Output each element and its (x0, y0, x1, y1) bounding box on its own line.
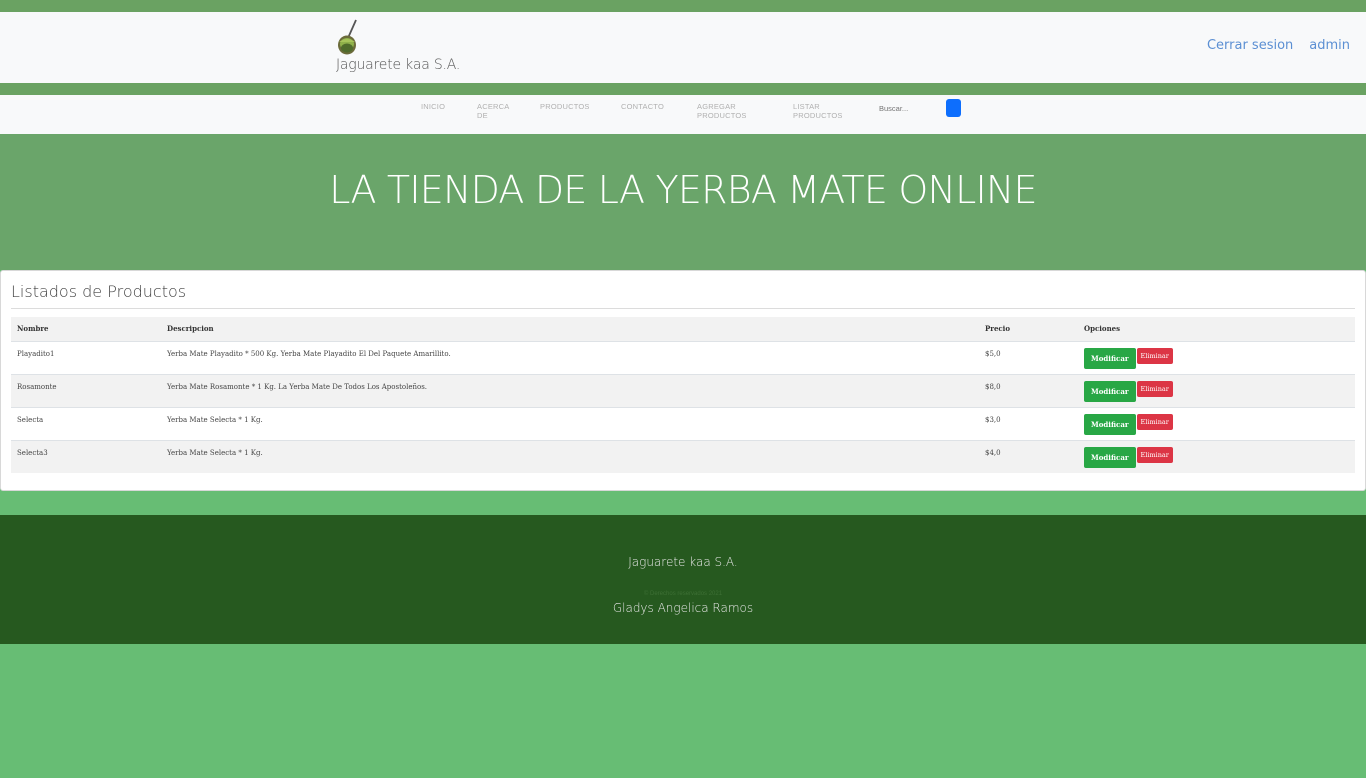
brand-name: Jaguarete kaa S.A. (336, 57, 461, 73)
logout-link[interactable]: Cerrar sesion (1207, 38, 1293, 53)
delete-button[interactable]: Eliminar (1136, 347, 1173, 364)
nav-item-agregar-productos[interactable]: AGREGAR PRODUCTOS (697, 102, 753, 120)
cell-precio: $3,0 (979, 406, 1078, 440)
products-table: Nombre Descripcion Precio Opciones Playa… (11, 317, 1355, 473)
footer-rights: © Derechos reservados 2021 (643, 591, 723, 597)
cell-opciones: Modificar Eliminar (1078, 439, 1355, 473)
hero-banner: LA TIENDA DE LA YERBA MATE ONLINE (0, 134, 1366, 270)
nav-item-inicio[interactable]: INICIO (421, 102, 445, 112)
cell-opciones: Modificar Eliminar (1078, 406, 1355, 440)
search-input[interactable] (879, 104, 941, 113)
modify-button[interactable]: Modificar (1084, 413, 1136, 435)
cell-precio: $8,0 (979, 373, 1078, 407)
divider (11, 308, 1355, 309)
column-header-nombre: Nombre (11, 317, 161, 341)
mate-cup-logo-icon (338, 19, 357, 55)
mid-strip (0, 83, 1366, 95)
table-row: Playadito1 Yerba Mate Playadito * 500 Kg… (11, 340, 1355, 374)
nav-item-contacto[interactable]: CONTACTO (621, 102, 664, 112)
user-link[interactable]: admin (1309, 38, 1350, 53)
site-header: Jaguarete kaa S.A. Cerrar sesion admin (0, 12, 1366, 83)
column-header-precio: Precio (979, 317, 1078, 341)
site-footer: Jaguarete kaa S.A. © Derechos reservados… (0, 515, 1366, 644)
cell-descripcion: Yerba Mate Playadito * 500 Kg. Yerba Mat… (161, 340, 979, 374)
header-links: Cerrar sesion admin (1207, 38, 1350, 53)
table-row: Rosamonte Yerba Mate Rosamonte * 1 Kg. L… (11, 373, 1355, 407)
delete-button[interactable]: Eliminar (1136, 446, 1173, 463)
cell-nombre: Selecta (11, 406, 161, 440)
cell-nombre: Playadito1 (11, 340, 161, 374)
search-button[interactable] (946, 99, 961, 117)
products-panel: Listados de Productos Nombre Descripcion… (0, 270, 1366, 491)
modify-button[interactable]: Modificar (1084, 446, 1136, 468)
brand[interactable]: Jaguarete kaa S.A. (336, 18, 460, 73)
column-header-opciones: Opciones (1078, 317, 1355, 341)
cell-opciones: Modificar Eliminar (1078, 373, 1355, 407)
footer-company: Jaguarete kaa S.A. (628, 555, 738, 569)
delete-button[interactable]: Eliminar (1136, 413, 1173, 430)
footer-author: Gladys Angelica Ramos (612, 601, 754, 615)
modify-button[interactable]: Modificar (1084, 380, 1136, 402)
panel-title: Listados de Productos (11, 282, 187, 301)
cell-descripcion: Yerba Mate Selecta * 1 Kg. (161, 406, 979, 440)
cell-precio: $5,0 (979, 340, 1078, 374)
nav-item-acerca-de[interactable]: ACERCA DE (477, 102, 513, 120)
hero-title: LA TIENDA DE LA YERBA MATE ONLINE (329, 168, 1037, 212)
table-header-row: Nombre Descripcion Precio Opciones (11, 317, 1355, 341)
nav-item-productos[interactable]: PRODUCTOS (540, 102, 590, 112)
top-strip (0, 0, 1366, 12)
table-row: Selecta3 Yerba Mate Selecta * 1 Kg. $4,0… (11, 439, 1355, 473)
table-row: Selecta Yerba Mate Selecta * 1 Kg. $3,0 … (11, 406, 1355, 440)
cell-nombre: Selecta3 (11, 439, 161, 473)
column-header-descripcion: Descripcion (161, 317, 979, 341)
modify-button[interactable]: Modificar (1084, 347, 1136, 369)
cell-precio: $4,0 (979, 439, 1078, 473)
cell-nombre: Rosamonte (11, 373, 161, 407)
delete-button[interactable]: Eliminar (1136, 380, 1173, 397)
navbar: INICIO ACERCA DE PRODUCTOS CONTACTO AGRE… (0, 95, 1366, 134)
cell-descripcion: Yerba Mate Selecta * 1 Kg. (161, 439, 979, 473)
cell-opciones: Modificar Eliminar (1078, 340, 1355, 374)
cell-descripcion: Yerba Mate Rosamonte * 1 Kg. La Yerba Ma… (161, 373, 979, 407)
nav-item-listar-productos[interactable]: LISTAR PRODUCTOS (793, 102, 849, 120)
